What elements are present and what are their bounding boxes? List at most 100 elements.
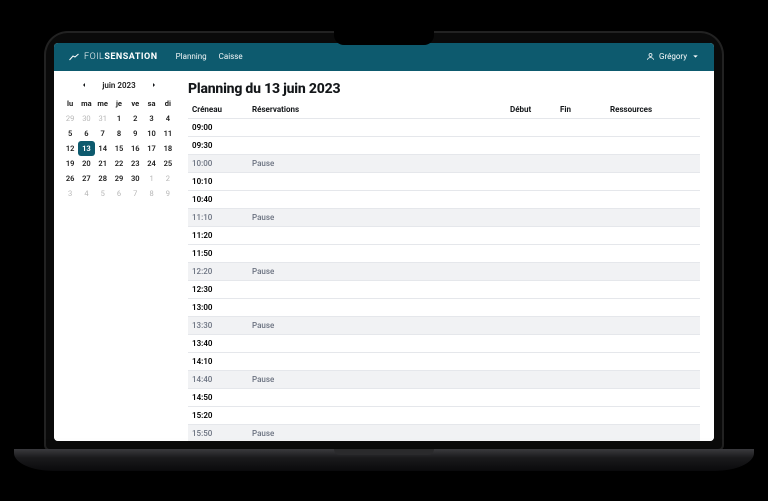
calendar-day[interactable]: 21 — [95, 156, 111, 171]
calendar-dow: sa — [143, 96, 159, 111]
calendar-day[interactable]: 4 — [160, 111, 176, 126]
calendar-dow: je — [111, 96, 127, 111]
calendar-day[interactable]: 30 — [78, 111, 94, 126]
page-title: Planning du 13 juin 2023 — [188, 81, 700, 97]
calendar-day[interactable]: 14 — [95, 141, 111, 156]
cell-slot: 12:20 — [192, 267, 252, 276]
calendar-day[interactable]: 29 — [62, 111, 78, 126]
calendar-day[interactable]: 26 — [62, 171, 78, 186]
cell-slot: 14:10 — [192, 357, 252, 366]
table-row[interactable]: 11:20 — [188, 226, 700, 244]
calendar-day[interactable]: 28 — [95, 171, 111, 186]
calendar-day[interactable]: 6 — [78, 126, 94, 141]
cell-reservations: Pause — [252, 321, 510, 330]
cell-slot: 10:00 — [192, 159, 252, 168]
calendar-day[interactable]: 1 — [143, 171, 159, 186]
calendar-day[interactable]: 10 — [143, 126, 159, 141]
bird-icon — [68, 51, 80, 63]
calendar-day[interactable]: 23 — [127, 156, 143, 171]
calendar-day[interactable]: 9 — [127, 126, 143, 141]
calendar-day[interactable]: 4 — [78, 186, 94, 201]
calendar-day[interactable]: 6 — [111, 186, 127, 201]
calendar-day[interactable]: 15 — [111, 141, 127, 156]
cell-slot: 10:10 — [192, 177, 252, 186]
calendar-dow: di — [160, 96, 176, 111]
table-row[interactable]: 11:50 — [188, 244, 700, 262]
table-row[interactable]: 15:20 — [188, 406, 700, 424]
calendar-day[interactable]: 27 — [78, 171, 94, 186]
brand-logo[interactable]: FOILSENSATION — [68, 51, 158, 63]
cell-reservations: Pause — [252, 375, 510, 384]
user-icon — [646, 52, 655, 61]
col-resources: Ressources — [610, 105, 700, 114]
calendar-day[interactable]: 5 — [95, 186, 111, 201]
nav-planning[interactable]: Planning — [176, 52, 207, 61]
calendar-day[interactable]: 7 — [127, 186, 143, 201]
table-row[interactable]: 09:30 — [188, 136, 700, 154]
cell-reservations: Pause — [252, 429, 510, 438]
table-row[interactable]: 14:50 — [188, 388, 700, 406]
calendar-dow: ve — [127, 96, 143, 111]
table-row[interactable]: 13:30Pause — [188, 316, 700, 334]
calendar-day[interactable]: 24 — [143, 156, 159, 171]
calendar-day[interactable]: 2 — [160, 171, 176, 186]
calendar-day[interactable]: 7 — [95, 126, 111, 141]
calendar-day[interactable]: 1 — [111, 111, 127, 126]
topbar: FOILSENSATION Planning Caisse Grégory — [54, 43, 714, 71]
calendar-day[interactable]: 20 — [78, 156, 94, 171]
col-slot: Créneau — [192, 105, 252, 114]
brand-sensation: SENSATION — [104, 52, 157, 62]
table-row[interactable]: 10:40 — [188, 190, 700, 208]
calendar-prev-icon[interactable] — [80, 81, 88, 89]
table-row[interactable]: 14:40Pause — [188, 370, 700, 388]
calendar-day[interactable]: 22 — [111, 156, 127, 171]
calendar-day[interactable]: 2 — [127, 111, 143, 126]
cell-slot: 10:40 — [192, 195, 252, 204]
table-row[interactable]: 14:10 — [188, 352, 700, 370]
calendar-day[interactable]: 8 — [143, 186, 159, 201]
cell-slot: 09:30 — [192, 141, 252, 150]
calendar-day[interactable]: 8 — [111, 126, 127, 141]
table-row[interactable]: 13:40 — [188, 334, 700, 352]
calendar: juin 2023 lumamejevesadi2930311234567891… — [54, 71, 184, 441]
calendar-day[interactable]: 29 — [111, 171, 127, 186]
calendar-day[interactable]: 12 — [62, 141, 78, 156]
table-row[interactable]: 12:20Pause — [188, 262, 700, 280]
cell-slot: 11:20 — [192, 231, 252, 240]
calendar-next-icon[interactable] — [150, 81, 158, 89]
calendar-day[interactable]: 19 — [62, 156, 78, 171]
calendar-day[interactable]: 16 — [127, 141, 143, 156]
calendar-day[interactable]: 31 — [95, 111, 111, 126]
table-row[interactable]: 11:10Pause — [188, 208, 700, 226]
calendar-day[interactable]: 3 — [143, 111, 159, 126]
table-row[interactable]: 09:00 — [188, 118, 700, 136]
cell-slot: 13:30 — [192, 321, 252, 330]
calendar-day[interactable]: 13 — [78, 141, 94, 156]
planning-panel: Planning du 13 juin 2023 Créneau Réserva… — [184, 71, 714, 441]
table-row[interactable]: 15:50Pause — [188, 424, 700, 441]
cell-slot: 15:50 — [192, 429, 252, 438]
col-end: Fin — [560, 105, 610, 114]
calendar-dow: me — [95, 96, 111, 111]
calendar-day[interactable]: 11 — [160, 126, 176, 141]
planning-table-header: Créneau Réservations Début Fin Ressource… — [188, 105, 700, 118]
table-row[interactable]: 10:00Pause — [188, 154, 700, 172]
calendar-day[interactable]: 3 — [62, 186, 78, 201]
calendar-day[interactable]: 5 — [62, 126, 78, 141]
calendar-day[interactable]: 18 — [160, 141, 176, 156]
user-menu[interactable]: Grégory — [646, 52, 700, 61]
calendar-day[interactable]: 25 — [160, 156, 176, 171]
cell-slot: 12:30 — [192, 285, 252, 294]
col-reserv: Réservations — [252, 105, 510, 114]
brand-foil: FOIL — [84, 52, 104, 62]
calendar-day[interactable]: 17 — [143, 141, 159, 156]
cell-slot: 14:40 — [192, 375, 252, 384]
table-row[interactable]: 12:30 — [188, 280, 700, 298]
nav-caisse[interactable]: Caisse — [219, 52, 243, 61]
col-start: Début — [510, 105, 560, 114]
table-row[interactable]: 13:00 — [188, 298, 700, 316]
table-row[interactable]: 10:10 — [188, 172, 700, 190]
calendar-day[interactable]: 9 — [160, 186, 176, 201]
cell-reservations: Pause — [252, 159, 510, 168]
calendar-day[interactable]: 30 — [127, 171, 143, 186]
